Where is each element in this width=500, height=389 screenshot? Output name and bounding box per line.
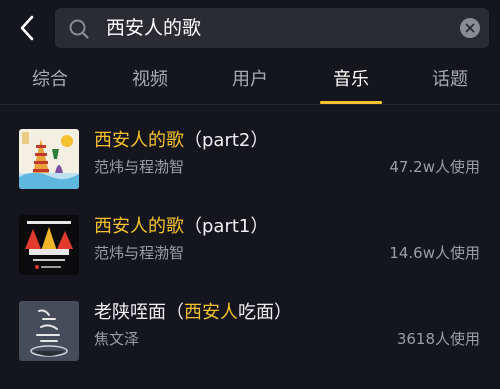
back-button[interactable] xyxy=(10,10,44,46)
album-cover-art xyxy=(19,129,79,189)
album-cover[interactable] xyxy=(19,301,79,361)
tab-video[interactable]: 视频 xyxy=(110,60,190,100)
close-icon xyxy=(465,23,475,33)
song-title-highlight: 西安人的歌 xyxy=(94,130,184,151)
search-input[interactable]: 西安人的歌 xyxy=(106,8,201,48)
album-cover-art xyxy=(19,215,79,275)
song-title[interactable]: 西安人的歌（part2） xyxy=(94,129,268,153)
artist-name: 范炜与程渤智 xyxy=(94,244,185,262)
song-title[interactable]: 西安人的歌（part1） xyxy=(94,215,268,239)
song-title-rest: （part1） xyxy=(184,216,269,237)
album-cover-art xyxy=(19,301,79,361)
usage-count: 14.6w人使用 xyxy=(389,244,480,262)
album-cover[interactable] xyxy=(19,129,79,189)
list-item[interactable]: 西安人的歌（part2） 范炜与程渤智 47.2w人使用 xyxy=(0,129,500,213)
list-item[interactable]: 老陕咥面（西安人吃面） 焦文泽 3618人使用 xyxy=(0,301,500,385)
song-title-rest: 吃面） xyxy=(238,302,292,323)
tab-users[interactable]: 用户 xyxy=(210,60,290,100)
song-title-highlight: 西安人的歌 xyxy=(94,216,184,237)
usage-count: 3618人使用 xyxy=(396,330,480,348)
song-title[interactable]: 老陕咥面（西安人吃面） xyxy=(94,301,292,325)
tab-topics[interactable]: 话题 xyxy=(410,60,490,100)
usage-count: 47.2w人使用 xyxy=(389,158,480,176)
song-title-prefix: 老陕咥面（ xyxy=(94,302,184,323)
top-bar: 西安人的歌 xyxy=(0,0,500,56)
song-title-rest: （part2） xyxy=(184,130,269,151)
clear-search-button[interactable] xyxy=(460,18,480,38)
category-tabs: 综合 视频 用户 音乐 话题 xyxy=(0,60,500,104)
tab-music[interactable]: 音乐 xyxy=(311,60,391,100)
song-title-highlight: 西安人 xyxy=(184,302,238,323)
search-box[interactable]: 西安人的歌 xyxy=(55,8,489,48)
album-cover[interactable] xyxy=(19,215,79,275)
artist-name: 焦文泽 xyxy=(94,330,140,348)
search-icon xyxy=(69,19,89,39)
tab-comprehensive[interactable]: 综合 xyxy=(10,60,90,100)
divider xyxy=(0,104,500,105)
chevron-left-icon xyxy=(20,15,34,41)
list-item[interactable]: 西安人的歌（part1） 范炜与程渤智 14.6w人使用 xyxy=(0,215,500,299)
artist-name: 范炜与程渤智 xyxy=(94,158,185,176)
